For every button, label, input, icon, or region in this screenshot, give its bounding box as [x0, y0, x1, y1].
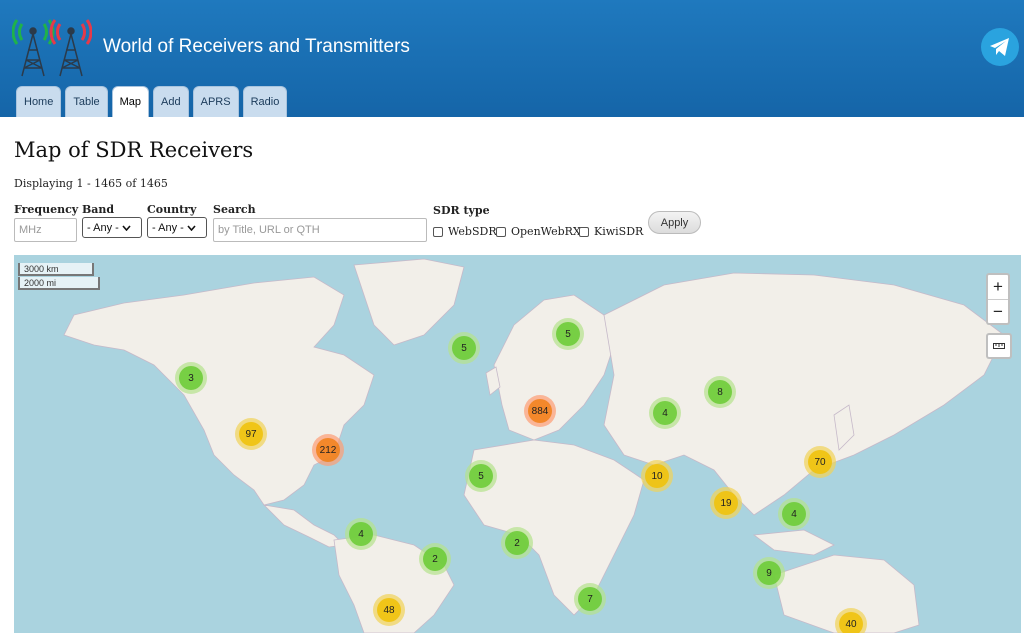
- kiwisdr-checkbox[interactable]: KiwiSDR: [579, 225, 643, 238]
- site-header: World of Receivers and Transmitters Home…: [0, 0, 1024, 117]
- cluster-marker[interactable]: 4: [345, 518, 377, 550]
- tab-map[interactable]: Map: [111, 86, 150, 117]
- cluster-count: 70: [808, 450, 832, 474]
- country-label: Country: [147, 203, 197, 216]
- band-label: Band: [82, 203, 115, 216]
- cluster-marker[interactable]: 9: [753, 557, 785, 589]
- frequency-label: Frequency: [14, 203, 79, 216]
- cluster-count: 212: [316, 438, 340, 462]
- checkbox-box[interactable]: [579, 226, 589, 237]
- cluster-count: 4: [349, 522, 373, 546]
- tab-aprs[interactable]: APRS: [192, 86, 239, 117]
- cluster-marker[interactable]: 2: [419, 543, 451, 575]
- main-nav-tabs: Home Table Map Add APRS Radio: [16, 86, 288, 117]
- kiwisdr-label: KiwiSDR: [594, 225, 644, 238]
- search-label: Search: [213, 203, 256, 216]
- results-count: Displaying 1 - 1465 of 1465: [14, 177, 168, 190]
- tab-radio[interactable]: Radio: [242, 86, 288, 117]
- tab-home[interactable]: Home: [16, 86, 62, 117]
- cluster-count: 5: [556, 322, 580, 346]
- openwebrx-checkbox[interactable]: OpenWebRX: [496, 225, 581, 238]
- websdr-label: WebSDR: [448, 225, 497, 238]
- country-select-value: - Any -: [152, 221, 184, 234]
- cluster-count: 884: [528, 399, 552, 423]
- telegram-icon[interactable]: [981, 28, 1019, 66]
- cluster-marker[interactable]: 7: [574, 583, 606, 615]
- cluster-marker[interactable]: 3: [175, 362, 207, 394]
- cluster-count: 40: [839, 612, 863, 633]
- cluster-count: 19: [714, 491, 738, 515]
- scale-bar-mi: 2000 mi: [18, 277, 100, 290]
- cluster-count: 7: [578, 587, 602, 611]
- cluster-count: 5: [452, 336, 476, 360]
- cluster-marker[interactable]: 19: [710, 487, 742, 519]
- zoom-in-button[interactable]: +: [988, 275, 1008, 299]
- checkbox-box[interactable]: [496, 226, 506, 237]
- search-input[interactable]: [213, 218, 427, 242]
- radio-tower-logo-icon[interactable]: [12, 18, 92, 78]
- cluster-marker[interactable]: 884: [524, 395, 556, 427]
- band-select[interactable]: - Any -: [82, 217, 142, 238]
- cluster-marker[interactable]: 5: [465, 460, 497, 492]
- cluster-marker[interactable]: 2: [501, 527, 533, 559]
- zoom-out-button[interactable]: −: [988, 299, 1008, 323]
- chevron-down-icon: [122, 224, 131, 231]
- cluster-count: 4: [653, 401, 677, 425]
- country-select[interactable]: - Any -: [147, 217, 207, 238]
- zoom-control: + −: [986, 273, 1010, 325]
- cluster-marker[interactable]: 48: [373, 594, 405, 626]
- band-select-value: - Any -: [87, 221, 119, 234]
- page-title: Map of SDR Receivers: [14, 138, 254, 162]
- cluster-count: 9: [757, 561, 781, 585]
- cluster-count: 5: [469, 464, 493, 488]
- cluster-count: 4: [782, 502, 806, 526]
- cluster-count: 2: [423, 547, 447, 571]
- cluster-marker[interactable]: 212: [312, 434, 344, 466]
- cluster-count: 3: [179, 366, 203, 390]
- ruler-icon[interactable]: [986, 333, 1012, 359]
- chevron-down-icon: [187, 224, 196, 231]
- cluster-marker[interactable]: 10: [641, 460, 673, 492]
- site-title[interactable]: World of Receivers and Transmitters: [103, 36, 410, 58]
- tab-add[interactable]: Add: [153, 86, 189, 117]
- cluster-count: 2: [505, 531, 529, 555]
- cluster-marker[interactable]: 8: [704, 376, 736, 408]
- cluster-marker[interactable]: 70: [804, 446, 836, 478]
- cluster-count: 10: [645, 464, 669, 488]
- openwebrx-label: OpenWebRX: [511, 225, 581, 238]
- cluster-marker[interactable]: 97: [235, 418, 267, 450]
- cluster-count: 48: [377, 598, 401, 622]
- cluster-marker[interactable]: 5: [448, 332, 480, 364]
- websdr-checkbox[interactable]: WebSDR: [433, 225, 497, 238]
- tab-table[interactable]: Table: [65, 86, 108, 117]
- cluster-marker[interactable]: 5: [552, 318, 584, 350]
- cluster-count: 8: [708, 380, 732, 404]
- checkbox-box[interactable]: [433, 226, 443, 237]
- cluster-marker[interactable]: 40: [835, 608, 867, 633]
- world-map[interactable]: 3000 km 2000 mi + − 3 97 212 5 5 884 5 4…: [14, 255, 1021, 633]
- frequency-input[interactable]: [14, 218, 77, 242]
- cluster-marker[interactable]: 4: [649, 397, 681, 429]
- cluster-marker[interactable]: 4: [778, 498, 810, 530]
- sdr-type-label: SDR type: [433, 204, 490, 217]
- map-land-layer: [63, 258, 1005, 633]
- cluster-count: 97: [239, 422, 263, 446]
- scale-bar-km: 3000 km: [18, 263, 94, 276]
- apply-button[interactable]: Apply: [648, 211, 701, 234]
